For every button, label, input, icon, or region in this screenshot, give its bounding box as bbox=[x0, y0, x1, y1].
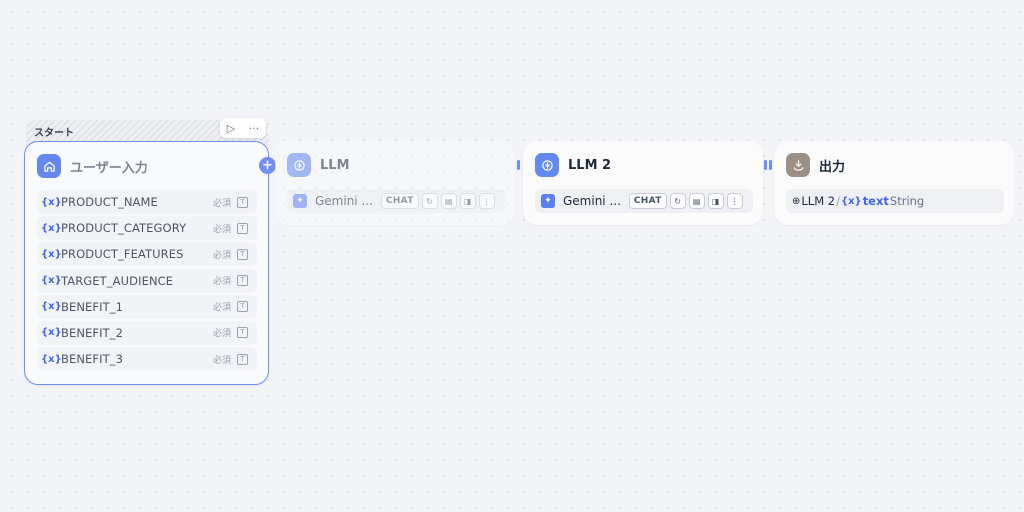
variable-name: TARGET_AUDIENCE bbox=[61, 273, 174, 288]
model-selector[interactable]: ✦ Gemini ... CHAT ↻ ▤ ◨ ⋮ bbox=[535, 189, 753, 213]
variable-name: PRODUCT_FEATURES bbox=[61, 247, 184, 262]
required-label: 必須 bbox=[212, 277, 231, 288]
variable-name: BENEFIT_2 bbox=[61, 325, 124, 340]
node-header: 出力 bbox=[786, 153, 845, 177]
variable-row[interactable]: {x} PRODUCT_NAME 必須 T bbox=[37, 190, 257, 214]
agent-thought-icon: ↻ bbox=[421, 193, 438, 209]
text-type-icon: T bbox=[237, 301, 248, 313]
required-label: 必須 bbox=[212, 224, 231, 235]
mode-badge: CHAT bbox=[628, 193, 667, 209]
home-icon bbox=[37, 154, 61, 178]
output-source: LLM 2 bbox=[801, 194, 836, 208]
audio-icon: ⋮ bbox=[726, 193, 743, 209]
start-node[interactable]: ユーザー入力 {x} PRODUCT_NAME 必須 T {x} PRODUCT… bbox=[24, 141, 269, 385]
node-header: ユーザー入力 bbox=[37, 154, 148, 178]
document-icon: ▤ bbox=[688, 193, 705, 209]
variable-icon: {x} bbox=[41, 248, 62, 260]
variable-name: BENEFIT_3 bbox=[61, 352, 124, 367]
vision-icon: ◨ bbox=[707, 193, 724, 209]
variable-name: BENEFIT_1 bbox=[61, 299, 124, 314]
gemini-icon: ✦ bbox=[541, 194, 555, 208]
mode-badge: CHAT bbox=[380, 193, 419, 209]
model-selector[interactable]: ✦ Gemini ... CHAT ↻ ▤ ◨ ⋮ bbox=[287, 189, 505, 213]
more-icon[interactable]: ··· bbox=[249, 123, 260, 134]
variable-row[interactable]: {x} PRODUCT_CATEGORY 必須 T bbox=[37, 216, 257, 241]
required-label: 必須 bbox=[212, 250, 231, 261]
variable-icon: {x} bbox=[41, 301, 62, 313]
variable-row[interactable]: {x} TARGET_AUDIENCE 必須 T bbox=[37, 268, 257, 293]
variable-row[interactable]: {x} BENEFIT_3 必須 T bbox=[37, 347, 257, 372]
variable-icon: {x} bbox=[41, 275, 62, 287]
start-label: スタート bbox=[34, 128, 74, 139]
play-icon[interactable]: ▷ bbox=[227, 123, 235, 134]
llm-node[interactable]: LLM ✦ Gemini ... CHAT ↻ ▤ ◨ ⋮ bbox=[275, 141, 515, 225]
text-type-icon: T bbox=[237, 275, 248, 287]
variable-icon: {x} bbox=[41, 327, 62, 339]
connector-handle[interactable] bbox=[517, 160, 520, 170]
text-type-icon: T bbox=[237, 353, 248, 365]
node-title: LLM 2 bbox=[568, 157, 612, 173]
document-icon: ▤ bbox=[440, 193, 457, 209]
variable-list: {x} PRODUCT_NAME 必須 T {x} PRODUCT_CATEGO… bbox=[37, 190, 257, 373]
audio-icon: ⋮ bbox=[478, 193, 495, 209]
model-name: Gemini ... bbox=[315, 194, 373, 208]
llm-brain-icon bbox=[535, 153, 559, 177]
variable-name: PRODUCT_CATEGORY bbox=[61, 221, 187, 236]
llm-brain-icon bbox=[287, 153, 311, 177]
path-separator: / bbox=[836, 194, 840, 208]
output-variable-row[interactable]: ⊕ LLM 2 / {x} text String bbox=[786, 189, 1004, 213]
model-name: Gemini ... bbox=[563, 194, 621, 208]
variable-icon: {x} bbox=[840, 195, 862, 207]
add-node-button[interactable]: + bbox=[259, 157, 276, 174]
agent-thought-icon: ↻ bbox=[669, 193, 686, 209]
text-type-icon: T bbox=[237, 196, 248, 208]
node-title: 出力 bbox=[819, 159, 846, 175]
required-label: 必須 bbox=[212, 303, 231, 314]
workflow-canvas[interactable]: スタート ▷ ··· ユーザー入力 {x} PRODUCT_NAME 必須 T … bbox=[0, 0, 1024, 512]
required-label: 必須 bbox=[212, 355, 231, 366]
connector-handle[interactable] bbox=[764, 160, 767, 170]
vision-icon: ◨ bbox=[459, 193, 476, 209]
variable-row[interactable]: {x} BENEFIT_1 必須 T bbox=[37, 294, 257, 319]
node-title: LLM bbox=[320, 157, 350, 173]
required-label: 必須 bbox=[212, 198, 231, 209]
text-type-icon: T bbox=[237, 248, 248, 260]
variable-icon: {x} bbox=[41, 222, 62, 234]
node-actions: ▷ ··· bbox=[220, 118, 266, 138]
output-icon bbox=[786, 153, 810, 177]
variable-icon: {x} bbox=[41, 353, 62, 365]
gemini-icon: ✦ bbox=[293, 194, 307, 208]
node-title: ユーザー入力 bbox=[70, 160, 148, 176]
llm2-node[interactable]: LLM 2 ✦ Gemini ... CHAT ↻ ▤ ◨ ⋮ bbox=[523, 141, 763, 225]
output-variable-name: text bbox=[862, 194, 889, 208]
output-variable-type: String bbox=[889, 194, 925, 208]
node-header: LLM bbox=[287, 153, 350, 177]
text-type-icon: T bbox=[237, 222, 248, 234]
variable-icon: {x} bbox=[41, 196, 62, 208]
node-header: LLM 2 bbox=[535, 153, 611, 177]
variable-row[interactable]: {x} BENEFIT_2 必須 T bbox=[37, 320, 257, 345]
required-label: 必須 bbox=[212, 329, 231, 340]
output-node[interactable]: 出力 ⊕ LLM 2 / {x} text String bbox=[774, 141, 1014, 225]
variable-name: PRODUCT_NAME bbox=[61, 195, 158, 209]
connector-handle[interactable] bbox=[769, 160, 772, 170]
llm-source-icon: ⊕ bbox=[792, 195, 801, 207]
text-type-icon: T bbox=[237, 327, 248, 339]
variable-row[interactable]: {x} PRODUCT_FEATURES 必須 T bbox=[37, 242, 257, 267]
